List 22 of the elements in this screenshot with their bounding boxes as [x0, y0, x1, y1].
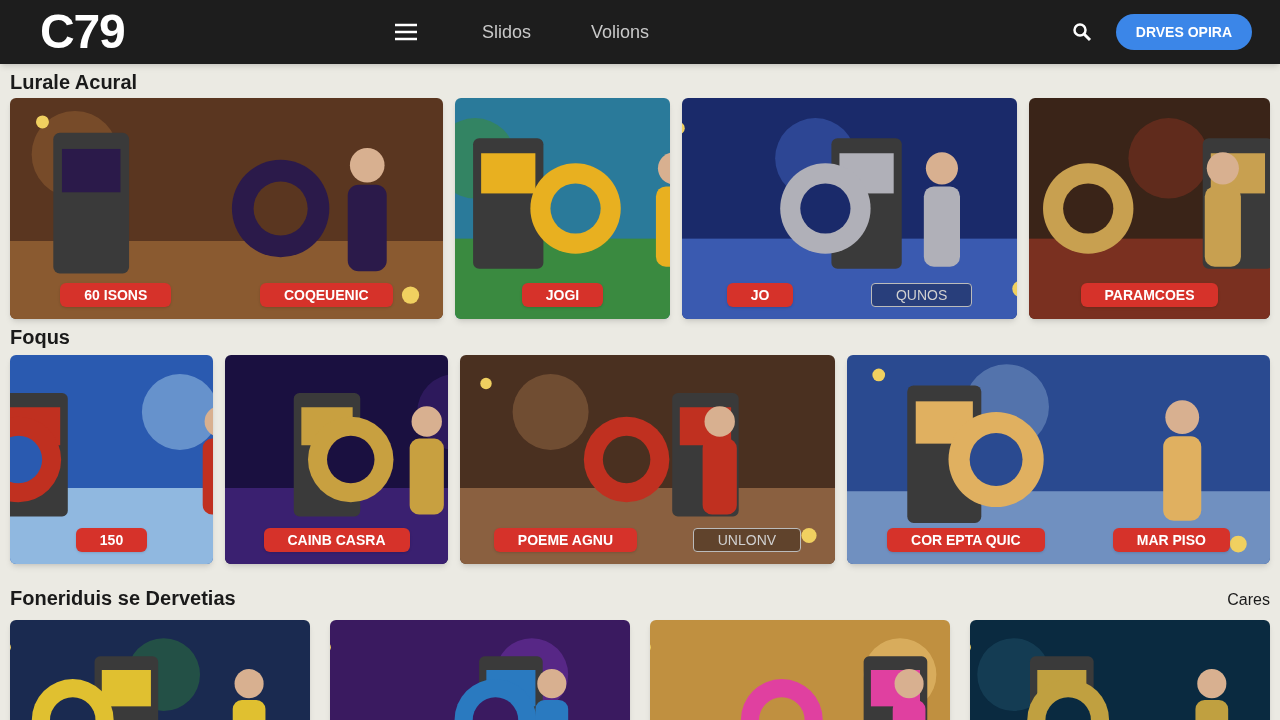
cta-button[interactable]: DRVES OPIRA — [1115, 14, 1252, 50]
card-button[interactable]: JOGI — [521, 283, 604, 307]
nav-link[interactable]: Volions — [591, 18, 650, 46]
section-title: Lurale Acural — [10, 72, 138, 92]
search-icon[interactable] — [1071, 22, 1092, 42]
card-button[interactable]: 60 ISONS — [60, 283, 172, 307]
card-button[interactable]: POEME AGNU — [493, 528, 637, 552]
card-button[interactable]: PARAMCOES — [1080, 283, 1219, 307]
card-button[interactable]: COQEUENIC — [259, 283, 393, 307]
menu-icon[interactable] — [394, 22, 418, 42]
card-button[interactable]: CAINB CASRA — [263, 528, 410, 552]
card-button[interactable]: QUNOS — [870, 283, 973, 307]
card-button[interactable]: 150 — [75, 528, 148, 552]
section-title: Foqus — [10, 327, 70, 347]
nav-link[interactable]: Slidos — [482, 18, 532, 46]
card-button[interactable]: JO — [726, 283, 794, 307]
section-title: Foneriduis se Dervetias — [10, 588, 236, 608]
card-button[interactable]: COR EPTA QUIC — [887, 528, 1045, 552]
logo[interactable]: C79 — [40, 8, 380, 56]
see-all-link[interactable]: Cares — [1227, 592, 1270, 608]
card-button[interactable]: UNLONV — [692, 528, 802, 552]
card-button[interactable]: MAR PISO — [1112, 528, 1230, 552]
